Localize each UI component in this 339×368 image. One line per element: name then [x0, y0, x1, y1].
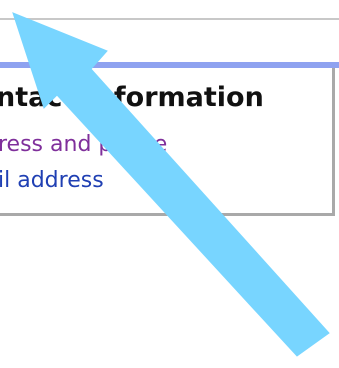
arrow-pointer-icon [12, 12, 330, 357]
